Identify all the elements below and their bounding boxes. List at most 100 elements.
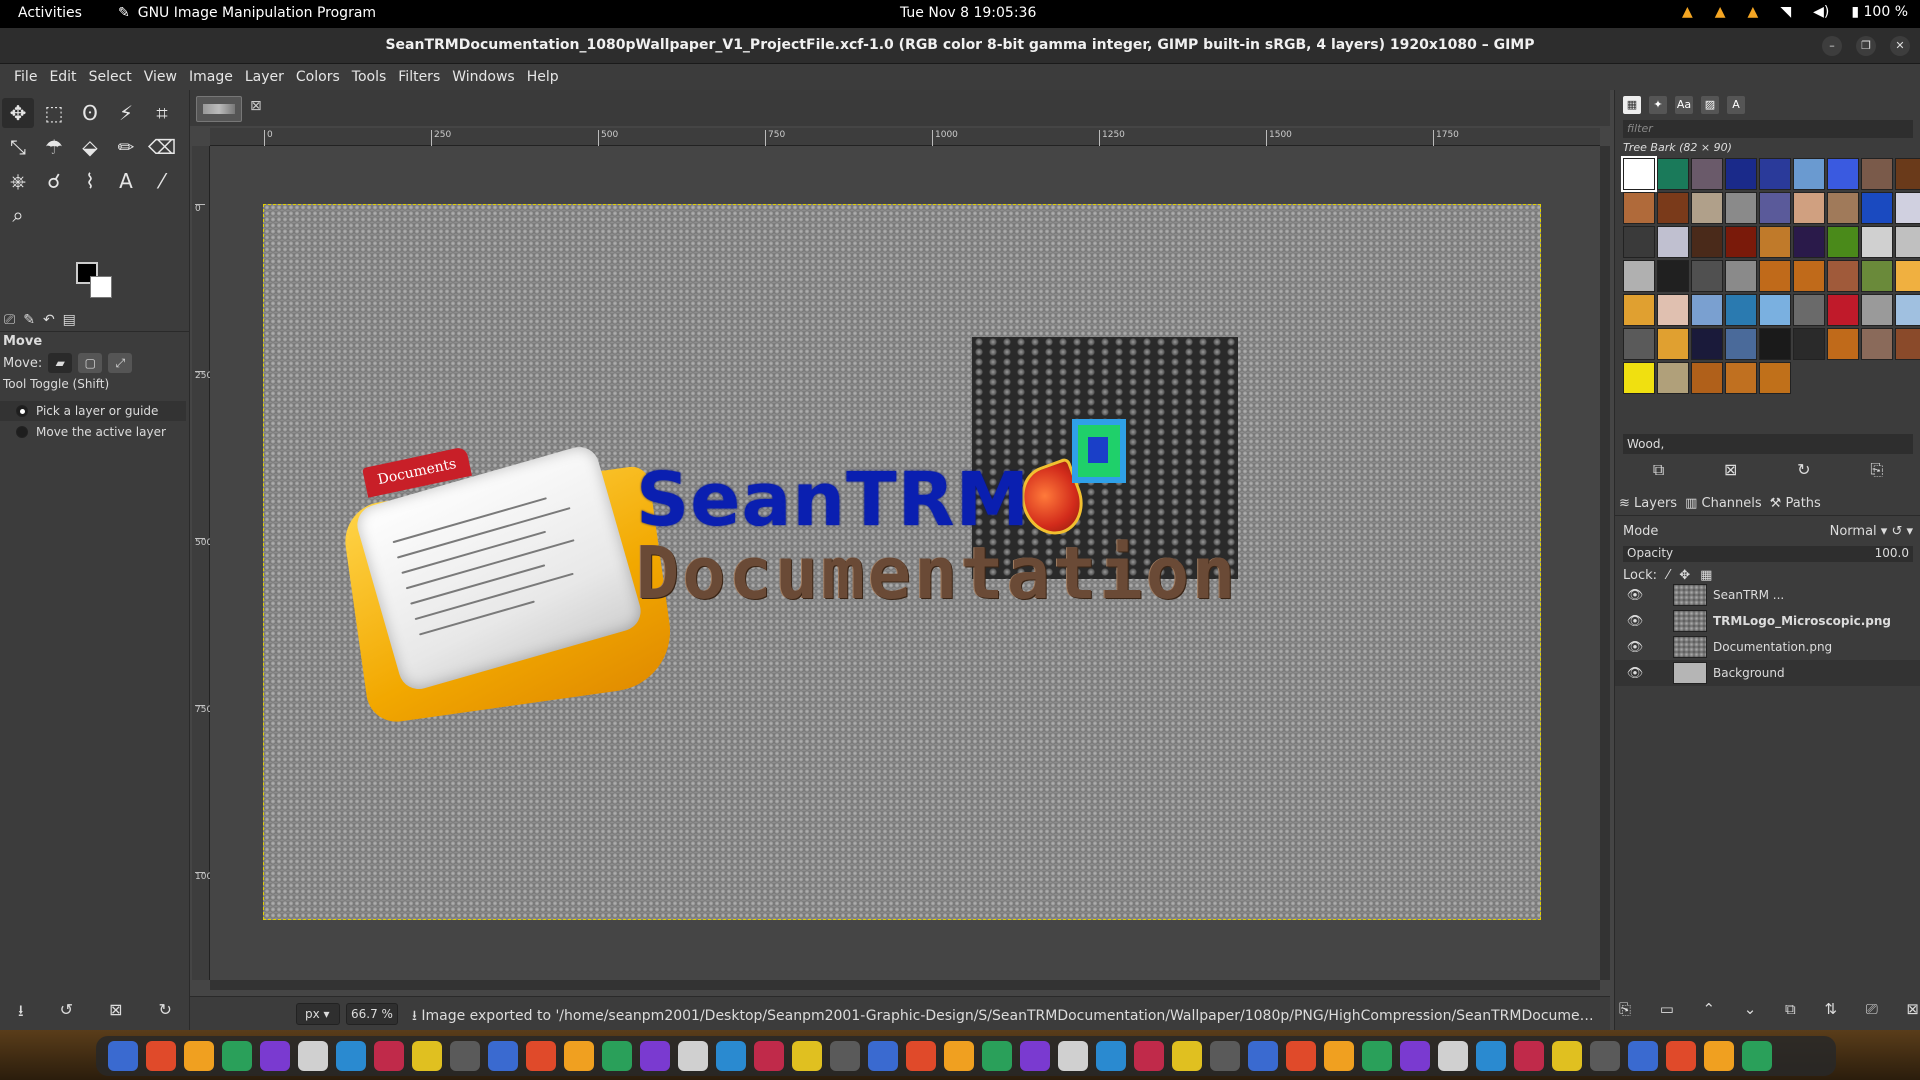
pattern-swatch[interactable]: [1827, 226, 1859, 258]
lock-position-icon[interactable]: ✥: [1679, 568, 1690, 583]
menu-edit[interactable]: Edit: [43, 69, 82, 85]
dock-app-icon[interactable]: [336, 1041, 366, 1071]
pattern-swatch[interactable]: [1827, 294, 1859, 326]
move-path-button[interactable]: ⤢: [108, 353, 133, 373]
rect-select-tool-icon[interactable]: ⬚: [38, 98, 70, 128]
pattern-swatch[interactable]: [1861, 226, 1893, 258]
pattern-filter-input[interactable]: filter: [1623, 120, 1913, 138]
pattern-swatch[interactable]: [1657, 328, 1689, 360]
dock-app-icon[interactable]: [1438, 1041, 1468, 1071]
pattern-swatch[interactable]: [1793, 226, 1825, 258]
lock-pixels-icon[interactable]: ⁄: [1667, 568, 1669, 583]
pattern-swatch[interactable]: [1691, 294, 1723, 326]
brushes-tab-icon[interactable]: ✦: [1649, 96, 1667, 114]
zoom-tool-icon[interactable]: ⌕: [2, 200, 34, 230]
new-layer-group-icon[interactable]: ▭: [1660, 1000, 1674, 1018]
dock-app-icon[interactable]: [754, 1041, 784, 1071]
pattern-swatch[interactable]: [1691, 192, 1723, 224]
pattern-swatch[interactable]: [1621, 156, 1657, 192]
dock-app-icon[interactable]: [1324, 1041, 1354, 1071]
pattern-swatch[interactable]: [1623, 328, 1655, 360]
pattern-swatch[interactable]: [1691, 362, 1723, 394]
duplicate-layer-icon[interactable]: ⧉: [1785, 1000, 1796, 1018]
pattern-swatch[interactable]: [1657, 260, 1689, 292]
paintbrush-tool-icon[interactable]: ✏: [110, 132, 142, 162]
new-layer-icon[interactable]: ⎘: [1619, 1000, 1631, 1018]
pattern-swatch[interactable]: [1895, 260, 1920, 292]
menu-view[interactable]: View: [138, 69, 183, 85]
dock-app-icon[interactable]: [1286, 1041, 1316, 1071]
refresh-patterns-icon[interactable]: ↻: [1797, 460, 1810, 480]
undo-history-tab-icon[interactable]: ↶: [43, 312, 55, 328]
pattern-swatch[interactable]: [1895, 294, 1920, 326]
dock-app-icon[interactable]: [1248, 1041, 1278, 1071]
dock-app-icon[interactable]: [1134, 1041, 1164, 1071]
color-picker-tool-icon[interactable]: ⁄: [146, 166, 178, 196]
pattern-swatch[interactable]: [1793, 294, 1825, 326]
move-layer-button[interactable]: ▰: [48, 353, 73, 373]
warning-icon[interactable]: ▲: [1748, 4, 1759, 20]
restore-options-icon[interactable]: ↺: [60, 1000, 73, 1027]
pattern-swatch[interactable]: [1691, 158, 1723, 190]
fonts-tab-icon[interactable]: Aa: [1675, 96, 1693, 114]
menu-image[interactable]: Image: [183, 69, 239, 85]
pattern-swatch[interactable]: [1725, 260, 1757, 292]
pattern-swatch[interactable]: [1691, 328, 1723, 360]
warning-icon[interactable]: ▲: [1682, 4, 1693, 20]
pattern-swatch[interactable]: [1691, 226, 1723, 258]
visibility-eye-icon[interactable]: 👁: [1615, 640, 1655, 655]
dock-app-icon[interactable]: [1020, 1041, 1050, 1071]
pattern-tag-input[interactable]: Wood,: [1623, 434, 1913, 454]
pattern-swatch[interactable]: [1759, 294, 1791, 326]
eraser-tool-icon[interactable]: ⌫: [146, 132, 178, 162]
dock-app-icon[interactable]: [1704, 1041, 1734, 1071]
save-options-icon[interactable]: ⭳: [18, 1000, 24, 1027]
unit-select[interactable]: px ▾: [296, 1003, 340, 1025]
pattern-swatch[interactable]: [1657, 158, 1689, 190]
dock-app-icon[interactable]: [1514, 1041, 1544, 1071]
menu-filters[interactable]: Filters: [392, 69, 446, 85]
vertical-ruler[interactable]: 0 250 500 750 1000: [192, 146, 218, 980]
wifi-icon[interactable]: ◥: [1780, 4, 1791, 20]
fuzzy-select-tool-icon[interactable]: ⚡: [110, 98, 142, 128]
activities-button[interactable]: Activities: [18, 5, 82, 21]
pattern-swatch[interactable]: [1725, 192, 1757, 224]
text-tool-icon[interactable]: A: [110, 166, 142, 196]
pattern-swatch[interactable]: [1623, 362, 1655, 394]
pattern-swatch[interactable]: [1759, 192, 1791, 224]
horizontal-ruler[interactable]: 0 250 500 750 1000 1250 1500 1750: [210, 128, 1600, 146]
radio-pick-layer[interactable]: Pick a layer or guide: [0, 401, 186, 421]
device-status-tab-icon[interactable]: ✎: [23, 312, 35, 328]
pattern-swatch[interactable]: [1895, 328, 1920, 360]
dock-app-icon[interactable]: [982, 1041, 1012, 1071]
maximize-button[interactable]: ❐: [1856, 36, 1876, 56]
move-tool-icon[interactable]: ✥: [2, 98, 34, 128]
smudge-tool-icon[interactable]: ☌: [38, 166, 70, 196]
dock-app-icon[interactable]: [602, 1041, 632, 1071]
pattern-swatch[interactable]: [1861, 328, 1893, 360]
menu-file[interactable]: File: [8, 69, 43, 85]
mode-select[interactable]: Normal ▾ ↺ ▾: [1830, 524, 1913, 539]
dock-app-icon[interactable]: [222, 1041, 252, 1071]
pattern-swatch[interactable]: [1861, 294, 1893, 326]
pattern-swatch[interactable]: [1725, 362, 1757, 394]
pattern-swatch[interactable]: [1725, 328, 1757, 360]
pattern-swatch[interactable]: [1793, 158, 1825, 190]
pattern-swatch[interactable]: [1759, 226, 1791, 258]
visibility-eye-icon[interactable]: 👁: [1615, 666, 1655, 681]
image-content[interactable]: Documents SeanTRM Documentation: [263, 204, 1541, 920]
mask-layer-icon[interactable]: ⎚: [1866, 1000, 1878, 1018]
dock-app-icon[interactable]: [1476, 1041, 1506, 1071]
pattern-swatch[interactable]: [1861, 260, 1893, 292]
delete-pattern-icon[interactable]: ⊠: [1724, 460, 1737, 480]
menu-windows[interactable]: Windows: [446, 69, 521, 85]
window-titlebar[interactable]: SeanTRMDocumentation_1080pWallpaper_V1_P…: [0, 28, 1920, 64]
dock-app-icon[interactable]: [146, 1041, 176, 1071]
dock-app-icon[interactable]: [1096, 1041, 1126, 1071]
dock-app-icon[interactable]: [1742, 1041, 1772, 1071]
dock-app-icon[interactable]: [1628, 1041, 1658, 1071]
merge-layer-icon[interactable]: ⇅: [1824, 1000, 1837, 1018]
layer-row-active[interactable]: 👁 Background: [1615, 660, 1920, 686]
lasso-tool-icon[interactable]: ʘ: [74, 98, 106, 128]
dock-app-icon[interactable]: [1400, 1041, 1430, 1071]
